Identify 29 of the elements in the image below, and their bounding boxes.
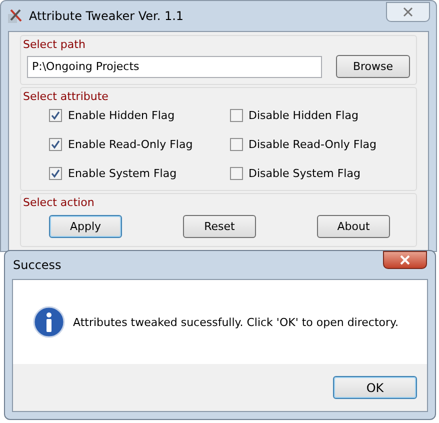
close-icon: [403, 7, 413, 17]
checkbox-label: Enable Read-Only Flag: [68, 138, 193, 151]
checkbox-label: Disable Read-Only Flag: [248, 138, 377, 151]
action-button[interactable]: Reset: [183, 215, 256, 238]
checkbox[interactable]: [230, 167, 242, 180]
message-text: Attributes tweaked sucessfully. Click 'OK' to open directory.: [73, 316, 398, 328]
checkbox[interactable]: [49, 167, 62, 180]
checkbox-label: Enable System Flag: [68, 167, 177, 180]
tools-icon: [7, 8, 23, 24]
path-field[interactable]: P:\Ongoing Projects: [27, 56, 322, 78]
checkbox[interactable]: [49, 109, 62, 122]
checkbox[interactable]: [230, 138, 242, 151]
info-icon: [33, 306, 65, 338]
ok-button[interactable]: OK: [333, 376, 417, 399]
group-label: Select attribute: [23, 90, 110, 103]
dialog-title: Success: [13, 258, 62, 272]
action-button[interactable]: About: [317, 215, 390, 238]
checkbox-label: Enable Hidden Flag: [68, 109, 175, 122]
close-icon: [400, 255, 410, 265]
group-label: Select path: [23, 38, 86, 51]
checkbox[interactable]: [230, 109, 242, 122]
window-title: Attribute Tweaker Ver. 1.1: [29, 9, 185, 23]
checkbox-label: Disable Hidden Flag: [248, 109, 358, 122]
browse-button[interactable]: Browse: [336, 55, 410, 78]
checkbox-label: Disable System Flag: [248, 167, 360, 180]
action-button[interactable]: Apply: [49, 215, 122, 238]
close-button[interactable]: [383, 251, 427, 269]
checkbox[interactable]: [49, 138, 62, 151]
group-label: Select action: [23, 196, 96, 209]
